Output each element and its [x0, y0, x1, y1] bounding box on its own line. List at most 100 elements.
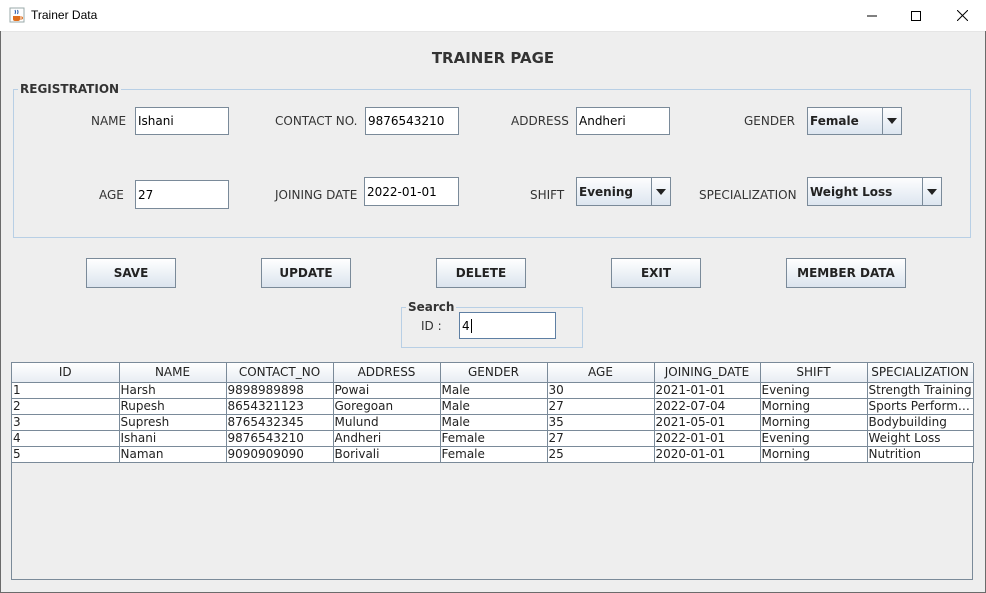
column-header[interactable]: GENDER [440, 363, 548, 383]
table-cell[interactable]: 9898989898 [226, 382, 334, 399]
column-header[interactable]: ADDRESS [333, 363, 441, 383]
table-cell[interactable]: Rupesh [119, 398, 227, 415]
shift-select[interactable]: Evening [576, 177, 671, 206]
name-label: NAME [91, 114, 127, 128]
specialization-select[interactable]: Weight Loss [807, 177, 942, 206]
table-cell[interactable]: 5 [12, 446, 120, 463]
column-header[interactable]: JOINING_DATE [654, 363, 761, 383]
table-cell[interactable]: 2022-01-01 [654, 430, 761, 447]
minimize-icon [867, 15, 877, 16]
table-row[interactable]: 4 Ishani 9876543210 Andheri Female 27 2022-01-… [12, 430, 974, 447]
table-cell[interactable]: 9876543210 [226, 430, 334, 447]
specialization-label: SPECIALIZATION [699, 188, 797, 202]
table-cell[interactable]: 3 [12, 414, 120, 431]
column-header[interactable]: SPECIALIZATION [867, 363, 974, 383]
table-cell[interactable]: 25 [547, 446, 655, 463]
search-id-label: ID : [421, 319, 442, 333]
trainer-table-scrollpane[interactable]: ID NAME CONTACT_NO ADDRESS GENDER AGE JOINING_… [11, 362, 974, 580]
address-field[interactable]: Andheri [576, 107, 670, 135]
window-frame-left [0, 31, 1, 593]
table-cell[interactable]: 27 [547, 398, 655, 415]
contact-label: CONTACT NO. [275, 114, 358, 128]
delete-button[interactable]: DELETE [436, 258, 526, 288]
table-cell[interactable]: 4 [12, 430, 120, 447]
table-cell[interactable]: Bodybuilding [867, 414, 974, 431]
address-label: ADDRESS [511, 114, 569, 128]
gender-select[interactable]: Female [807, 107, 902, 135]
table-row[interactable]: 2 Rupesh 8654321123 Goregoan Male 27 2022-07-0… [12, 398, 974, 415]
table-cell[interactable]: 8654321123 [226, 398, 334, 415]
table-cell[interactable]: Harsh [119, 382, 227, 399]
table-header-row: ID NAME CONTACT_NO ADDRESS GENDER AGE JOINING_… [12, 363, 974, 383]
chevron-down-icon [656, 188, 666, 195]
column-header[interactable]: AGE [547, 363, 655, 383]
table-cell[interactable]: 35 [547, 414, 655, 431]
specialization-dropdown-arrow[interactable] [922, 178, 941, 205]
table-cell[interactable]: Andheri [333, 430, 441, 447]
table-cell[interactable]: Supresh [119, 414, 227, 431]
shift-dropdown-arrow[interactable] [651, 178, 670, 205]
close-icon [956, 10, 968, 21]
table-cell[interactable]: Morning [760, 398, 868, 415]
table-cell[interactable]: Mulund [333, 414, 441, 431]
close-button[interactable] [939, 0, 985, 31]
table-cell[interactable]: 2021-01-01 [654, 382, 761, 399]
member-data-button[interactable]: MEMBER DATA [786, 258, 906, 288]
table-cell[interactable]: Ishani [119, 430, 227, 447]
table-cell[interactable]: 8765432345 [226, 414, 334, 431]
table-cell[interactable]: 2020-01-01 [654, 446, 761, 463]
age-field[interactable]: 27 [135, 180, 229, 209]
table-body: 1 Harsh 9898989898 Powai Male 30 2021-01-01 Eve… [12, 382, 974, 463]
table-cell[interactable]: Naman [119, 446, 227, 463]
table-cell[interactable]: Evening [760, 430, 868, 447]
table-cell[interactable]: Morning [760, 414, 868, 431]
title-bar [0, 0, 986, 32]
table-cell[interactable]: 9090909090 [226, 446, 334, 463]
table-row[interactable]: 5 Naman 9090909090 Borivali Female 25 2020-01-… [12, 446, 974, 463]
table-cell[interactable]: 27 [547, 430, 655, 447]
table-cell[interactable]: Powai [333, 382, 441, 399]
name-field[interactable]: Ishani [135, 107, 229, 135]
text-cursor [470, 318, 472, 333]
table-cell[interactable]: 30 [547, 382, 655, 399]
chevron-down-icon [887, 118, 897, 124]
table-cell[interactable]: Female [440, 430, 548, 447]
column-header[interactable]: CONTACT_NO [226, 363, 334, 383]
search-id-value: 4 [462, 318, 470, 333]
table-cell[interactable]: 2021-05-01 [654, 414, 761, 431]
gender-dropdown-arrow[interactable] [882, 108, 901, 134]
table-cell[interactable]: Male [440, 382, 548, 399]
search-legend: Search [406, 300, 457, 314]
table-cell[interactable]: 2022-07-04 [654, 398, 761, 415]
table-cell[interactable]: Morning [760, 446, 868, 463]
java-cup-icon [9, 7, 25, 23]
table-cell[interactable]: 2 [12, 398, 120, 415]
table-row[interactable]: 3 Supresh 8765432345 Mulund Male 35 2021-05-01… [12, 414, 974, 431]
search-id-field[interactable]: 4 [459, 312, 556, 339]
table-cell[interactable]: Weight Loss [867, 430, 974, 447]
table-cell[interactable]: Goregoan [333, 398, 441, 415]
table-cell[interactable]: Strength Training [867, 382, 974, 399]
column-header[interactable]: NAME [119, 363, 227, 383]
maximize-button[interactable] [893, 0, 939, 31]
table-row[interactable]: 1 Harsh 9898989898 Powai Male 30 2021-01-01 Eve… [12, 382, 974, 399]
table-cell[interactable]: Nutrition [867, 446, 974, 463]
save-button[interactable]: SAVE [86, 258, 176, 288]
column-header[interactable]: SHIFT [760, 363, 868, 383]
joining-date-field[interactable]: 2022-01-01 [364, 177, 459, 206]
contact-field[interactable]: 9876543210 [365, 107, 459, 135]
exit-button[interactable]: EXIT [611, 258, 701, 288]
update-button[interactable]: UPDATE [261, 258, 351, 288]
table-cell[interactable]: 1 [12, 382, 120, 399]
table-cell[interactable]: Male [440, 398, 548, 415]
table-cell[interactable]: Borivali [333, 446, 441, 463]
trainer-table[interactable]: ID NAME CONTACT_NO ADDRESS GENDER AGE JOINING_… [12, 363, 974, 463]
table-cell[interactable]: Evening [760, 382, 868, 399]
table-cell[interactable]: Sports Performa... [867, 398, 974, 415]
chevron-down-icon [927, 188, 937, 195]
minimize-button[interactable] [849, 0, 895, 31]
table-cell[interactable]: Male [440, 414, 548, 431]
column-header[interactable]: ID [12, 363, 120, 383]
age-label: AGE [99, 188, 124, 202]
table-cell[interactable]: Female [440, 446, 548, 463]
